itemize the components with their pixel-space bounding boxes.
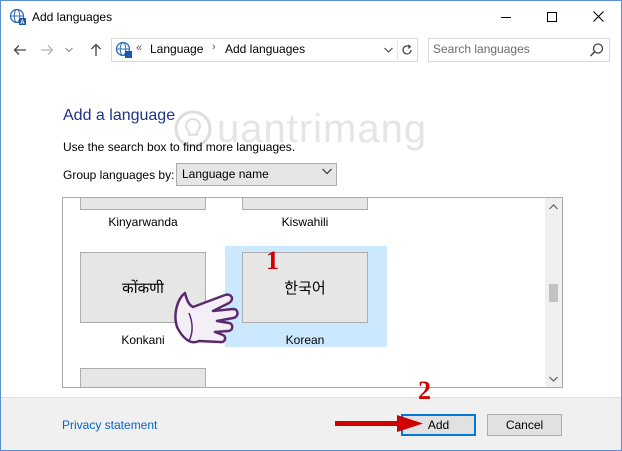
refresh-button[interactable]: [397, 40, 416, 60]
navigation-bar: « Language › Add languages: [1, 32, 621, 68]
maximize-icon: [547, 11, 557, 22]
breadcrumb-add-languages[interactable]: Add languages: [225, 42, 305, 56]
language-tile-kinyarwanda[interactable]: Kinyarwanda: [80, 198, 240, 239]
refresh-icon: [402, 44, 412, 55]
footer-bar: Privacy statement Add Cancel: [1, 397, 621, 450]
language-preview: [80, 198, 206, 210]
language-name: Kiswahili: [281, 215, 329, 229]
close-icon: [592, 11, 604, 22]
up-button[interactable]: [87, 41, 105, 59]
scroll-up-button[interactable]: [545, 198, 562, 215]
close-button[interactable]: [575, 1, 621, 32]
vertical-scrollbar[interactable]: [545, 198, 562, 387]
pointing-hand-icon: [174, 291, 239, 344]
language-name: Kinyarwanda: [108, 215, 178, 229]
scroll-down-button[interactable]: [545, 370, 562, 387]
chevron-down-icon: [549, 376, 558, 382]
breadcrumb-language[interactable]: Language: [150, 42, 203, 56]
step-2-label: 2: [418, 376, 431, 405]
language-tile-kiswahili[interactable]: Kiswahili: [242, 198, 402, 239]
minimize-icon: [501, 16, 511, 18]
window-title: Add languages: [32, 10, 113, 24]
address-history-button[interactable]: [380, 40, 396, 60]
language-tile-korean[interactable]: 한국어 Korean: [225, 246, 387, 347]
language-name: Korean: [285, 333, 325, 347]
privacy-statement-link[interactable]: Privacy statement: [62, 418, 157, 432]
chevron-up-icon: [549, 203, 558, 209]
search-icon[interactable]: [589, 42, 605, 58]
language-list: Kinyarwanda Kiswahili कोंकणी Konkani 한국어…: [62, 197, 563, 388]
up-arrow-icon: [91, 43, 101, 56]
language-preview: 한국어: [242, 252, 368, 323]
back-arrow-icon: [13, 45, 26, 55]
language-tile[interactable]: [80, 368, 240, 387]
minimize-button[interactable]: [483, 1, 529, 32]
language-app-icon: A: [9, 8, 27, 26]
svg-text:A: A: [20, 20, 25, 26]
language-location-icon: [115, 41, 133, 59]
breadcrumb-separator[interactable]: ›: [212, 41, 216, 53]
group-by-label: Group languages by:: [63, 168, 175, 182]
title-bar: A Add languages: [1, 1, 621, 32]
cancel-button[interactable]: Cancel: [487, 414, 562, 436]
instructions-text: Use the search box to find more language…: [63, 140, 296, 154]
address-bar[interactable]: « Language › Add languages: [111, 38, 418, 62]
red-arrow-icon: [335, 415, 423, 432]
language-preview: [80, 368, 206, 387]
language-preview: [242, 198, 368, 210]
forward-arrow-icon: [41, 45, 54, 55]
recent-locations-button[interactable]: [63, 41, 75, 59]
forward-button[interactable]: [38, 41, 56, 59]
scroll-thumb[interactable]: [549, 283, 558, 302]
chevron-down-icon: [383, 47, 393, 53]
maximize-button[interactable]: [529, 1, 575, 32]
search-box[interactable]: [428, 38, 610, 62]
breadcrumb-overflow[interactable]: «: [136, 42, 142, 54]
group-by-dropdown[interactable]: Language name: [176, 163, 337, 186]
page-title: Add a language: [63, 107, 176, 124]
chevron-down-icon: [322, 168, 332, 175]
back-button[interactable]: [11, 41, 29, 59]
step-1-label: 1: [266, 246, 279, 275]
add-languages-window: A Add languages « Language › Add languag…: [0, 0, 622, 451]
chevron-down-icon: [65, 47, 73, 53]
group-by-value: Language name: [182, 167, 269, 181]
search-input[interactable]: [433, 41, 583, 57]
